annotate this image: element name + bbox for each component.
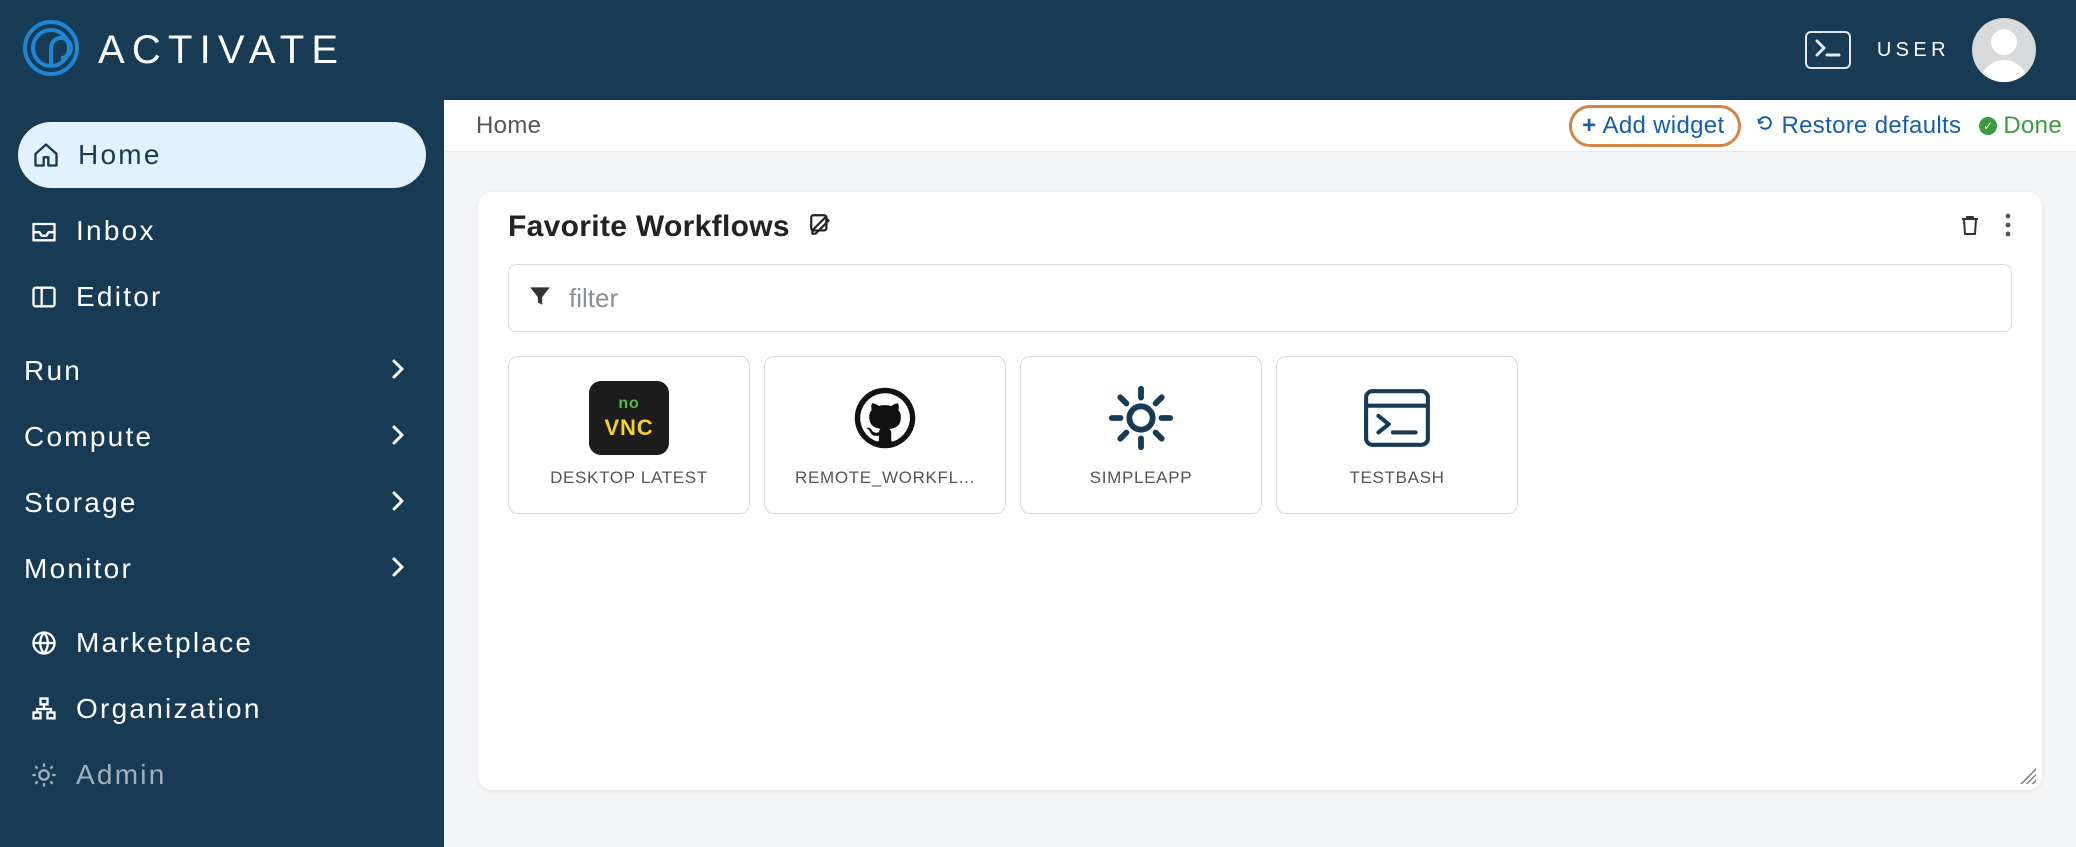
sidebar-group-label: Monitor xyxy=(24,553,133,585)
sidebar-group-monitor[interactable]: Monitor xyxy=(0,536,444,602)
restore-defaults-button[interactable]: Restore defaults xyxy=(1755,112,1961,140)
chevron-right-icon xyxy=(390,421,406,453)
main: Home + Add widget Restore defaults ✓ Don… xyxy=(444,100,2076,847)
brand[interactable]: ACTIVATE xyxy=(22,19,345,82)
add-widget-button[interactable]: + Add widget xyxy=(1569,105,1741,147)
terminal-button[interactable] xyxy=(1805,31,1851,69)
sidebar-group-label: Run xyxy=(24,355,82,387)
workflow-tile-simpleapp[interactable]: SIMPLEAPP xyxy=(1020,356,1262,514)
gear-icon xyxy=(1101,382,1181,454)
card-title: Favorite Workflows xyxy=(508,210,790,244)
home-icon xyxy=(32,141,78,169)
sidebar-item-admin[interactable]: Admin xyxy=(0,742,444,808)
resize-handle[interactable] xyxy=(2016,764,2036,784)
filter-icon xyxy=(527,283,553,314)
tile-label: REMOTE_WORKFL... xyxy=(795,468,975,488)
filter-input-wrapper[interactable] xyxy=(508,264,2012,332)
sidebar-item-label: Inbox xyxy=(76,215,156,247)
inbox-icon xyxy=(30,217,76,245)
workflow-tile-remote-workflow[interactable]: REMOTE_WORKFL... xyxy=(764,356,1006,514)
check-circle-icon: ✓ xyxy=(1979,117,1997,135)
sidebar-group-run[interactable]: Run xyxy=(0,338,444,404)
trash-icon xyxy=(1958,212,1982,238)
plus-icon: + xyxy=(1582,112,1596,140)
org-icon xyxy=(30,695,76,723)
brand-logo-icon xyxy=(22,19,80,82)
avatar[interactable] xyxy=(1972,18,2036,82)
sidebar: Home Inbox Editor Run Compute xyxy=(0,100,444,847)
sidebar-item-label: Home xyxy=(78,139,162,171)
sidebar-item-label: Admin xyxy=(76,759,167,791)
add-widget-label: Add widget xyxy=(1603,112,1725,140)
delete-widget-button[interactable] xyxy=(1958,212,1982,243)
sidebar-item-label: Marketplace xyxy=(76,627,253,659)
sidebar-item-home[interactable]: Home xyxy=(18,122,426,188)
chevron-right-icon xyxy=(390,553,406,585)
terminal-window-icon xyxy=(1357,382,1437,454)
workflow-tile-testbash[interactable]: TESTBASH xyxy=(1276,356,1518,514)
done-button[interactable]: ✓ Done xyxy=(1979,112,2062,140)
favorite-workflows-card: Favorite Workflows xyxy=(478,192,2042,790)
github-icon xyxy=(845,382,925,454)
sidebar-group-label: Compute xyxy=(24,421,153,453)
sidebar-item-marketplace[interactable]: Marketplace xyxy=(0,610,444,676)
sidebar-item-editor[interactable]: Editor xyxy=(0,264,444,330)
tile-label: DESKTOP LATEST xyxy=(550,468,708,488)
sidebar-group-label: Storage xyxy=(24,487,138,519)
breadcrumb-title: Home xyxy=(476,112,541,140)
brand-name: ACTIVATE xyxy=(98,28,345,73)
kebab-icon xyxy=(2004,212,2012,238)
breadcrumb-bar: Home + Add widget Restore defaults ✓ Don… xyxy=(444,100,2076,152)
gear-icon xyxy=(30,761,76,789)
user-label: USER xyxy=(1877,39,1950,62)
workflow-tile-desktop-latest[interactable]: noVNC DESKTOP LATEST xyxy=(508,356,750,514)
sidebar-item-label: Organization xyxy=(76,693,262,725)
chevron-right-icon xyxy=(390,487,406,519)
done-label: Done xyxy=(2003,112,2062,140)
card-menu-button[interactable] xyxy=(2004,212,2012,243)
undo-icon xyxy=(1755,112,1775,140)
sidebar-item-organization[interactable]: Organization xyxy=(0,676,444,742)
edit-icon[interactable] xyxy=(808,212,834,243)
tile-label: SIMPLEAPP xyxy=(1090,468,1193,488)
chevron-right-icon xyxy=(390,355,406,387)
sidebar-item-label: Editor xyxy=(76,281,163,313)
sidebar-group-compute[interactable]: Compute xyxy=(0,404,444,470)
filter-input[interactable] xyxy=(569,283,1993,314)
tile-label: TESTBASH xyxy=(1349,468,1444,488)
terminal-icon xyxy=(1815,38,1841,63)
novnc-icon: noVNC xyxy=(589,382,669,454)
topbar: ACTIVATE USER xyxy=(0,0,2076,100)
editor-icon xyxy=(30,283,76,311)
sidebar-item-inbox[interactable]: Inbox xyxy=(0,198,444,264)
workflow-tile-row: noVNC DESKTOP LATEST REMOTE_WORKFL... xyxy=(508,356,2012,514)
restore-label: Restore defaults xyxy=(1781,112,1961,140)
globe-icon xyxy=(30,629,76,657)
sidebar-group-storage[interactable]: Storage xyxy=(0,470,444,536)
